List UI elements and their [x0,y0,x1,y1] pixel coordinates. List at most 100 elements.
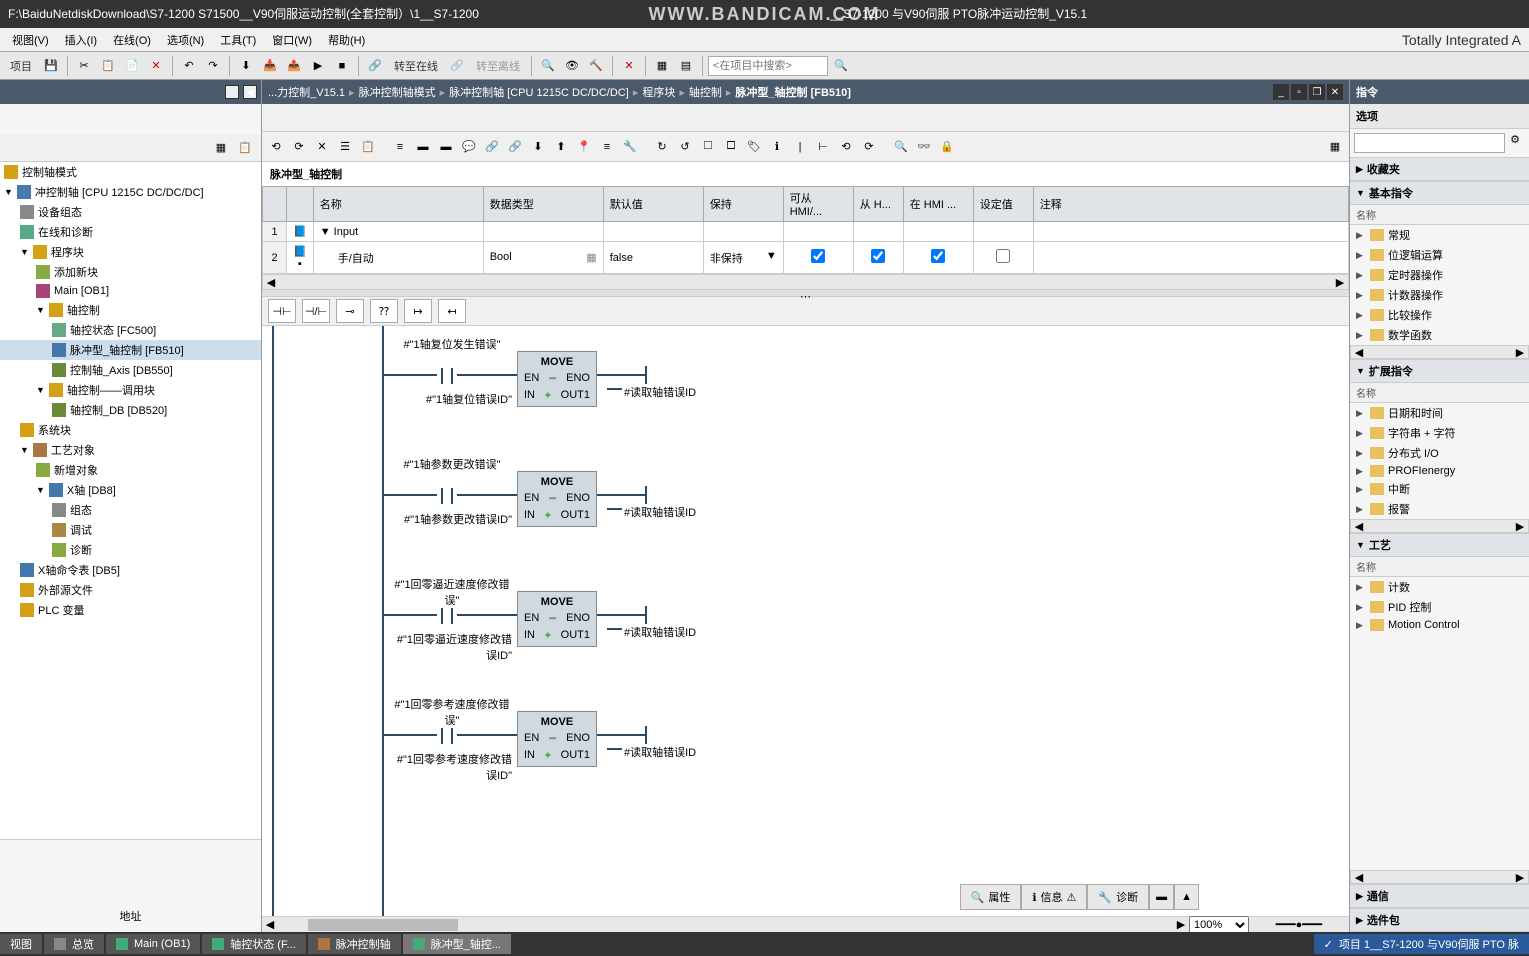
tree-item[interactable]: 调试 [0,520,261,540]
et-17[interactable]: ↻ [652,137,672,157]
extended-instructions-header[interactable]: ▼扩展指令 [1350,360,1529,383]
splitter[interactable]: ⋯ [262,290,1349,296]
et-27[interactable]: 🔍 [891,137,911,157]
crumb-5[interactable]: 脉冲型_轴控制 [FB510] [735,84,851,100]
table-row[interactable]: 1 📘 ▼ Input [263,222,1349,242]
instruction-folder[interactable]: ▶常规 [1350,225,1529,245]
save-icon[interactable]: 💾 [40,55,62,77]
tree-item[interactable]: ▼ 工艺对象 [0,440,261,460]
instruction-folder[interactable]: ▶字符串 + 字符 [1350,423,1529,443]
col-type[interactable]: 数据类型 [483,187,603,222]
et-28[interactable]: 👓 [914,137,934,157]
task-pulse[interactable]: 脉冲控制轴 [308,934,401,954]
delete-icon[interactable]: ✕ [145,55,167,77]
branch-close-icon[interactable]: ↤ [438,299,466,323]
tree-item[interactable]: 添加新块 [0,262,261,282]
paste-icon[interactable]: 📄 [121,55,143,77]
col-retain[interactable]: 保持 [703,187,783,222]
tree-item[interactable]: 组态 [0,500,261,520]
et-6[interactable]: ≡ [390,137,410,157]
tree-item[interactable]: ▼ 轴控制——调用块 [0,380,261,400]
et-23[interactable]: | [790,137,810,157]
diag-tab[interactable]: 🔧 诊断 [1087,884,1149,910]
et-14[interactable]: 📍 [574,137,594,157]
instruction-folder[interactable]: ▶中断 [1350,479,1529,499]
et-2[interactable]: ⟳ [289,137,309,157]
menu-options[interactable]: 选项(N) [159,32,212,48]
menu-tools[interactable]: 工具(T) [212,32,264,48]
instruction-folder[interactable]: ▶分布式 I/O [1350,443,1529,463]
tech-instructions-header[interactable]: ▼工艺 [1350,534,1529,557]
et-29[interactable]: 🔒 [937,137,957,157]
status-expand-icon[interactable]: ▲ [1174,884,1199,910]
menu-online[interactable]: 在线(O) [105,32,159,48]
close-window-icon[interactable]: ✕ [1327,84,1343,100]
et-10[interactable]: 🔗 [482,137,502,157]
crumb-3[interactable]: 程序块 [642,84,675,100]
contact-nc-icon[interactable]: ⊣/⊢ [302,299,330,323]
coil-icon[interactable]: ⊸ [336,299,364,323]
et-20[interactable]: 🞏 [721,137,741,157]
instruction-folder[interactable]: ▶比较操作 [1350,305,1529,325]
zoom-select[interactable]: 100% [1189,916,1249,934]
instruction-folder[interactable]: ▶位逻辑运算 [1350,245,1529,265]
tree-item[interactable]: 在线和诊断 [0,222,261,242]
et-15[interactable]: ≡ [597,137,617,157]
et-26[interactable]: ⟳ [859,137,879,157]
tree-item[interactable]: 设备组态 [0,202,261,222]
minimize-icon[interactable]: _ [1273,84,1289,100]
crumb-4[interactable]: 轴控制 [689,84,722,100]
tree-view2-icon[interactable]: 📋 [235,138,255,158]
restore-icon[interactable]: ❐ [1309,84,1325,100]
et-18[interactable]: ↺ [675,137,695,157]
task-pulse-control[interactable]: 脉冲型_轴控... [403,934,511,954]
tree-item[interactable]: PLC 变量 [0,600,261,620]
et-layout-icon[interactable]: ▦ [1325,137,1345,157]
tree-item[interactable]: 控制轴_Axis [DB550] [0,360,261,380]
copy-icon[interactable]: 📋 [97,55,119,77]
var-hscroll[interactable]: ◀ ▶ [262,274,1349,290]
et-7[interactable]: ▬ [413,137,433,157]
search-toolbar-icon[interactable]: 🔍 [537,55,559,77]
menu-view[interactable]: 视图(V) [4,32,57,48]
download-icon[interactable]: 📥 [259,55,281,77]
tree-item[interactable]: 系统块 [0,420,261,440]
col-hmi1[interactable]: 可从 HMI/... [783,187,853,222]
info-tab[interactable]: ℹ 信息 ⚠ [1021,884,1087,910]
menu-insert[interactable]: 插入(I) [57,32,105,48]
task-status[interactable]: 轴控状态 (F... [202,934,305,954]
col-name[interactable]: 名称 [313,187,483,222]
project-search-input[interactable] [708,56,828,76]
task-main[interactable]: Main (OB1) [106,934,200,954]
undo-icon[interactable]: ↶ [178,55,200,77]
panel-collapse-icon[interactable]: ▫ [225,85,239,99]
et-13[interactable]: ⬆ [551,137,571,157]
go-offline-button[interactable]: 转至离线 [470,58,526,74]
task-overview[interactable]: 总览 [44,934,104,954]
crumb-1[interactable]: 脉冲控制轴模式 [359,84,436,100]
status-collapse-icon[interactable]: ▬ [1149,884,1174,910]
instruction-folder[interactable]: ▶计数 [1350,577,1529,597]
close-icon[interactable]: ✕ [618,55,640,77]
instruction-search-input[interactable] [1354,133,1505,153]
force-icon[interactable]: 🔨 [585,55,607,77]
menu-help[interactable]: 帮助(H) [320,32,373,48]
tree-item[interactable]: ▼ 轴控制 [0,300,261,320]
redo-icon[interactable]: ↷ [202,55,224,77]
search-go-icon[interactable]: 🔍 [830,55,852,77]
col-hmi3[interactable]: 在 HMI ... [903,187,973,222]
et-8[interactable]: ▬ [436,137,456,157]
start-icon[interactable]: ▶ [307,55,329,77]
instruction-folder[interactable]: ▶日期和时间 [1350,403,1529,423]
tree-item[interactable]: ▼ X轴 [DB8] [0,480,261,500]
instruction-folder[interactable]: ▶数学函数 [1350,325,1529,345]
tree-item[interactable]: 轴控状态 [FC500] [0,320,261,340]
hmi2-checkbox[interactable] [871,249,885,263]
instruction-folder[interactable]: ▶PID 控制 [1350,597,1529,617]
panel-nav-icon[interactable]: ◀ [243,85,257,99]
hmi3-checkbox[interactable] [931,249,945,263]
tree-item[interactable]: ▼ 冲控制轴 [CPU 1215C DC/DC/DC] [0,182,261,202]
et-19[interactable]: 🞎 [698,137,718,157]
ladder-editor[interactable]: #"1轴复位发生错误"MOVEEN━ENOIN✦OUT1#"1轴复位错误ID"#… [262,326,1349,916]
et-4[interactable]: ☰ [335,137,355,157]
